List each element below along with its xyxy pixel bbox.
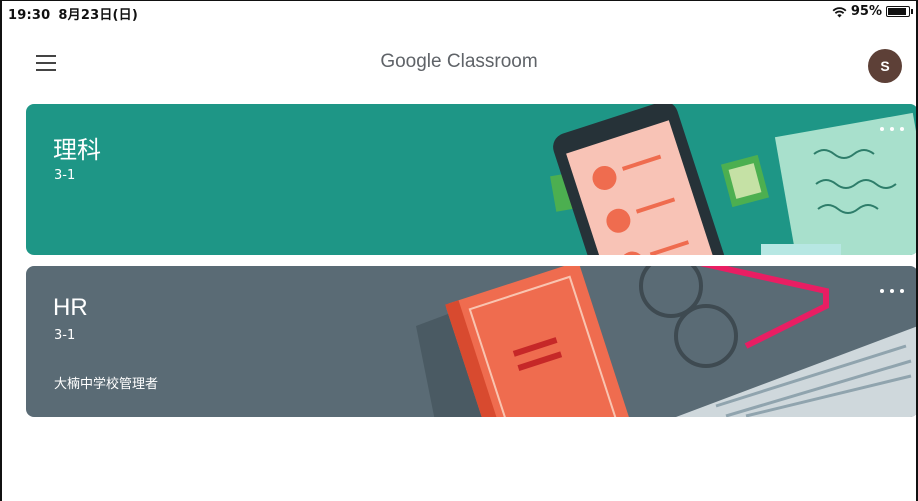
class-owner: 大楠中学校管理者 xyxy=(54,377,159,392)
account-avatar[interactable]: S xyxy=(868,49,902,83)
more-options-icon[interactable] xyxy=(880,122,904,136)
class-section: 3-1 xyxy=(54,168,76,183)
app-title: Google Classroom xyxy=(380,51,538,72)
card-banner-illustration xyxy=(416,266,916,417)
class-name: HR xyxy=(53,294,88,321)
battery-fill xyxy=(888,8,906,15)
class-card-hr[interactable]: HR 3-1 大楠中学校管理者 xyxy=(26,266,916,417)
more-options-icon[interactable] xyxy=(880,284,904,298)
battery-percent: 95% xyxy=(850,4,882,19)
battery-icon xyxy=(886,6,913,17)
class-name: 理科 xyxy=(53,137,101,164)
class-section: 3-1 xyxy=(54,328,76,343)
status-time: 19:30 xyxy=(8,8,51,23)
app-bar: Google Classroom S xyxy=(2,23,916,103)
status-bar: 19:30 8月23日(日) 95% xyxy=(2,1,916,23)
wifi-icon xyxy=(832,6,847,17)
card-banner-illustration xyxy=(550,104,916,255)
screen: 19:30 8月23日(日) 95% Google Classroom S 理科… xyxy=(0,0,918,501)
status-date: 8月23日(日) xyxy=(58,8,139,23)
class-card-science[interactable]: 理科 3-1 xyxy=(26,104,916,255)
